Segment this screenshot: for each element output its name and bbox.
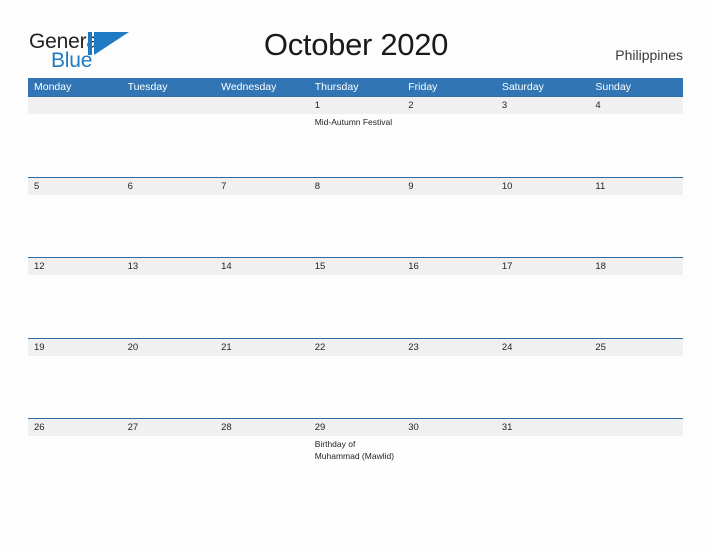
day-event (589, 275, 683, 337)
day-number[interactable]: 26 (28, 419, 122, 436)
day-event (309, 195, 403, 257)
country-label: Philippines (615, 47, 683, 63)
weekday-header-tuesday: Tuesday (127, 81, 168, 93)
week-daynumber-band: 12 13 14 15 16 17 18 (28, 258, 683, 275)
day-event (496, 275, 590, 337)
day-number[interactable]: 7 (215, 178, 309, 195)
day-number[interactable]: 6 (122, 178, 216, 195)
day-number[interactable]: 4 (589, 97, 683, 114)
day-number[interactable]: 11 (589, 178, 683, 195)
day-event (496, 436, 590, 498)
day-event (122, 356, 216, 418)
day-event (28, 356, 122, 418)
week-row: 5 6 7 8 9 10 11 (28, 176, 683, 258)
day-number[interactable]: 22 (309, 339, 403, 356)
day-event (402, 275, 496, 337)
day-number[interactable]: 5 (28, 178, 122, 195)
day-event (496, 195, 590, 257)
day-event (28, 195, 122, 257)
day-number[interactable]: 21 (215, 339, 309, 356)
day-number[interactable]: 24 (496, 339, 590, 356)
week-row: 12 13 14 15 16 17 18 (28, 257, 683, 338)
day-event (215, 114, 309, 176)
day-number[interactable]: 1 (309, 97, 403, 114)
day-number[interactable] (589, 419, 683, 436)
day-number[interactable]: 10 (496, 178, 590, 195)
weekday-header-thursday: Thursday (314, 81, 359, 93)
day-number[interactable]: 25 (589, 339, 683, 356)
day-number[interactable]: 12 (28, 258, 122, 275)
week-event-band (28, 195, 683, 257)
week-event-band: Birthday of Muhammad (Mawlid) (28, 436, 683, 498)
day-number[interactable]: 28 (215, 419, 309, 436)
week-daynumber-band: 5 6 7 8 9 10 11 (28, 177, 683, 195)
day-event (496, 356, 590, 418)
week-row: 1 2 3 4 Mid-Autumn Festival (28, 96, 683, 177)
day-event (122, 114, 216, 176)
day-number[interactable]: 15 (309, 258, 403, 275)
week-daynumber-band: 1 2 3 4 (28, 97, 683, 114)
day-event (215, 195, 309, 257)
day-number[interactable]: 13 (122, 258, 216, 275)
day-number[interactable]: 31 (496, 419, 590, 436)
day-number[interactable]: 9 (402, 178, 496, 195)
day-number[interactable]: 30 (402, 419, 496, 436)
week-row: 26 27 28 29 30 31 Birthday of Muhammad (… (28, 418, 683, 499)
week-row: 19 20 21 22 23 24 25 (28, 337, 683, 419)
day-event: Birthday of Muhammad (Mawlid) (314, 439, 395, 461)
day-event (309, 356, 403, 418)
day-number[interactable]: 29 (309, 419, 403, 436)
day-number[interactable] (122, 97, 216, 114)
day-number[interactable]: 19 (28, 339, 122, 356)
day-event (28, 275, 122, 337)
day-event (28, 114, 122, 176)
day-number[interactable] (215, 97, 309, 114)
day-event (402, 436, 496, 498)
week-event-band: Mid-Autumn Festival (28, 114, 683, 176)
day-event (402, 195, 496, 257)
day-number[interactable]: 3 (496, 97, 590, 114)
week-daynumber-band: 19 20 21 22 23 24 25 (28, 338, 683, 356)
day-number[interactable]: 14 (215, 258, 309, 275)
day-event (589, 114, 683, 176)
day-number[interactable]: 17 (496, 258, 590, 275)
day-event (215, 436, 309, 498)
week-event-band (28, 275, 683, 337)
weekday-header-sunday: Sunday (595, 81, 631, 93)
page-header: General Blue October 2020 Philippines (0, 0, 712, 78)
day-event (589, 436, 683, 498)
day-number[interactable]: 23 (402, 339, 496, 356)
day-event (589, 195, 683, 257)
day-event (122, 436, 216, 498)
day-event (215, 275, 309, 337)
weekday-header-monday: Monday (34, 81, 72, 93)
calendar-grid: Monday Tuesday Wednesday Thursday Friday… (28, 78, 683, 499)
weekday-header-saturday: Saturday (501, 81, 544, 93)
day-event (122, 195, 216, 257)
weekday-header-wednesday: Wednesday (221, 81, 277, 93)
day-event (28, 436, 122, 498)
day-event (496, 114, 590, 176)
day-event (215, 356, 309, 418)
day-event (402, 114, 496, 176)
day-event (589, 356, 683, 418)
week-daynumber-band: 26 27 28 29 30 31 (28, 419, 683, 436)
weekday-header-row: Monday Tuesday Wednesday Thursday Friday… (28, 78, 683, 96)
page-title: October 2020 (263, 27, 449, 62)
day-number[interactable]: 20 (122, 339, 216, 356)
day-number[interactable]: 27 (122, 419, 216, 436)
day-number[interactable] (28, 97, 122, 114)
weekday-header-friday: Friday (408, 81, 438, 93)
day-number[interactable]: 2 (402, 97, 496, 114)
day-event (402, 356, 496, 418)
day-number[interactable]: 18 (589, 258, 683, 275)
week-event-band (28, 356, 683, 418)
day-event (309, 275, 403, 337)
day-number[interactable]: 8 (309, 178, 403, 195)
day-event: Mid-Autumn Festival (314, 117, 393, 127)
day-event (122, 275, 216, 337)
day-number[interactable]: 16 (402, 258, 496, 275)
